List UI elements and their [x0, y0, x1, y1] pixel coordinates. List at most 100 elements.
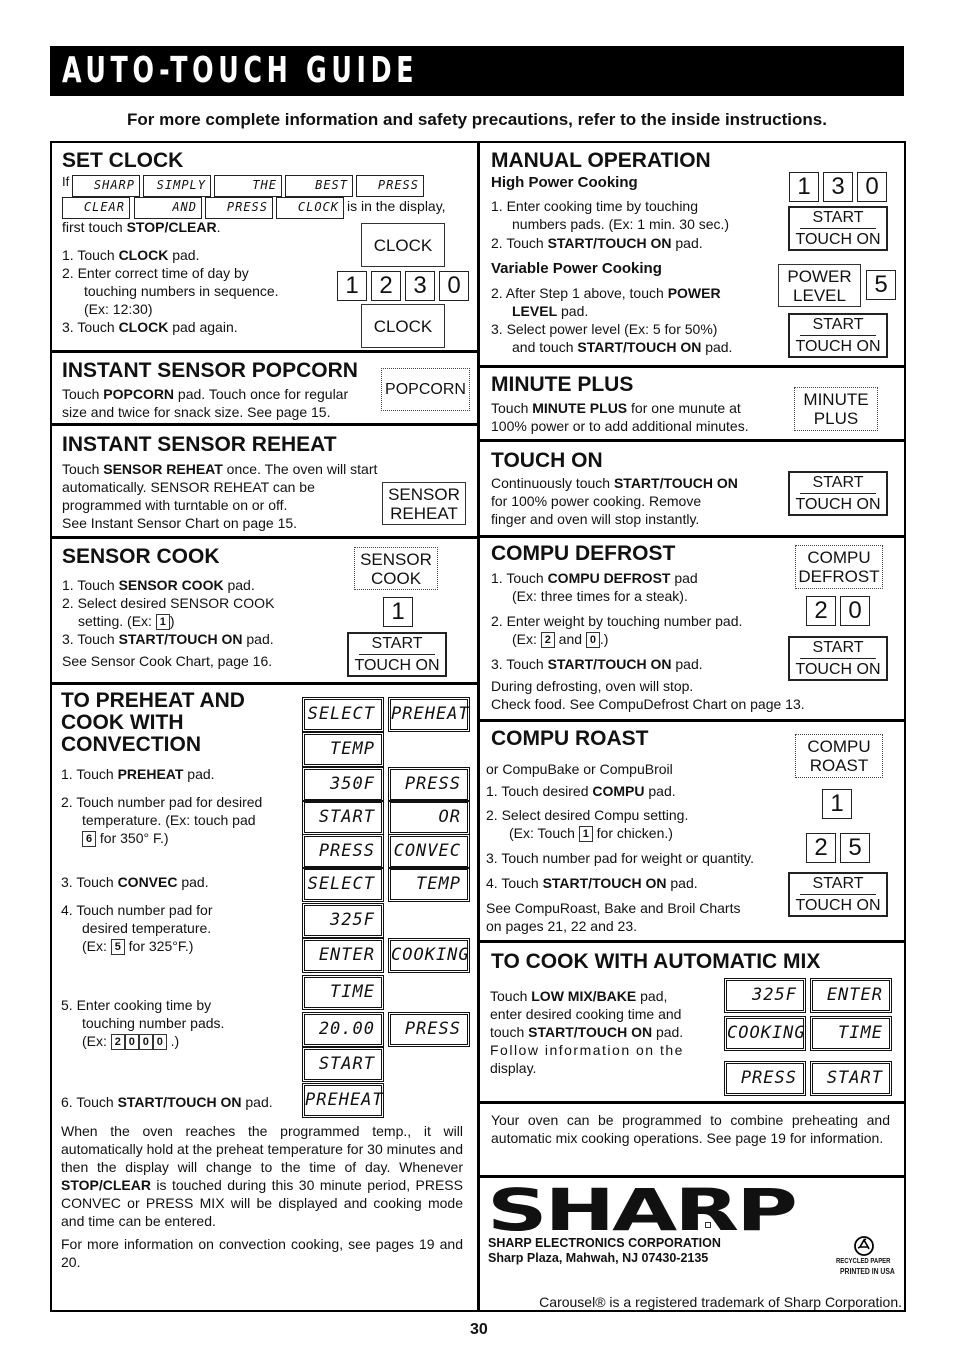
digit-pad[interactable]: 1	[337, 271, 367, 301]
step-3: 3. Touch CONVEC pad.	[61, 874, 209, 890]
step-4: 4. Touch START/TOUCH ON pad.	[486, 875, 698, 891]
step-2-example: 6 for 350° F.)	[82, 829, 169, 848]
subsection-title: Variable Power Cooking	[491, 260, 662, 277]
lcd-display: COOKING	[724, 1016, 806, 1051]
section-title: MINUTE PLUS	[491, 373, 634, 396]
divider	[50, 682, 478, 685]
digit-pad[interactable]: 1	[789, 172, 819, 202]
section-title: TO COOK WITH AUTOMATIC MIX	[491, 950, 821, 973]
lcd-display: PREHEAT	[388, 697, 470, 732]
sensor-cook-note: See Sensor Cook Chart, page 16.	[62, 653, 273, 669]
step-2-cont: temperature. (Ex: touch pad	[82, 812, 256, 828]
step-2: 2. Select desired Compu setting.	[486, 807, 689, 823]
digit-pad[interactable]: 2	[806, 596, 836, 626]
preheat-more-info: For more information on convection cooki…	[61, 1236, 463, 1270]
divider	[478, 1101, 904, 1104]
step-1: 1. Enter cooking time by touching	[491, 198, 699, 214]
step-5-example: (Ex: 2000 .)	[82, 1033, 180, 1051]
first-touch-text: first touch STOP/CLEAR.	[62, 219, 221, 235]
step-2-cont: setting. (Ex: 1)	[78, 613, 175, 631]
step-2: 2. Touch START/TOUCH ON pad.	[491, 235, 703, 251]
roast-note-2: on pages 21, 22 and 23.	[486, 918, 638, 934]
lcd-display: TIME	[810, 1016, 892, 1051]
start-touch-on-pad[interactable]: START TOUCH ON	[788, 206, 888, 251]
start-touch-on-pad[interactable]: START TOUCH ON	[788, 636, 888, 681]
step-2: 2. Select desired SENSOR COOK	[62, 595, 275, 611]
start-touch-on-pad[interactable]: START TOUCH ON	[788, 872, 888, 917]
defrost-note-1: During defrosting, oven will stop.	[491, 678, 694, 694]
lcd-display: PRESS	[388, 767, 470, 802]
sensor-reheat-pad[interactable]: SENSOR REHEAT	[382, 482, 466, 525]
sensor-cook-pad[interactable]: SENSOR COOK	[354, 547, 438, 590]
start-touch-on-pad[interactable]: START TOUCH ON	[788, 313, 888, 358]
display-word: PRESS	[205, 197, 273, 219]
sharp-logo: SHARP	[487, 1176, 798, 1244]
display-word: SIMPLY	[143, 175, 211, 197]
step-5: 5. Enter cooking time by	[61, 997, 212, 1013]
lcd-display: COOKING	[388, 938, 470, 973]
minute-plus-pad[interactable]: MINUTE PLUS	[794, 387, 878, 431]
popcorn-pad[interactable]: POPCORN	[381, 368, 470, 411]
start-touch-on-pad[interactable]: START TOUCH ON	[347, 632, 447, 677]
section-title: COMPU ROAST	[491, 727, 649, 750]
subsection-title: High Power Cooking	[491, 174, 638, 191]
mix-text-3: touch START/TOUCH ON pad.	[490, 1024, 684, 1040]
compu-defrost-pad[interactable]: COMPU DEFROST	[795, 545, 883, 589]
lcd-display: START	[302, 800, 384, 835]
section-title: SENSOR COOK	[62, 545, 220, 568]
title-banner: AUTO-TOUCH GUIDE	[50, 46, 904, 96]
digit-pad[interactable]: 1	[822, 789, 852, 819]
power-level-pad[interactable]: POWER LEVEL	[778, 264, 861, 307]
digit-pad[interactable]: 1	[383, 597, 413, 627]
touch-on-text-2: for 100% power cooking. Remove	[491, 493, 702, 509]
lcd-display: PRESS	[388, 1012, 470, 1047]
step-6: 6. Touch START/TOUCH ON pad.	[61, 1094, 273, 1110]
step-3: 3. Touch START/TOUCH ON pad.	[62, 631, 274, 647]
step-4-cont: desired temperature.	[82, 920, 212, 936]
digit-pad[interactable]: 0	[840, 596, 870, 626]
step-1: 1. Touch desired COMPU pad.	[486, 783, 676, 799]
lcd-display: PRESS	[724, 1061, 806, 1096]
mix-combine-note: Your oven can be programmed to combine p…	[491, 1112, 890, 1146]
step-2-cont: touching numbers in sequence.	[84, 283, 279, 299]
digit-pad[interactable]: 3	[823, 172, 853, 202]
digit-pad[interactable]: 3	[405, 271, 435, 301]
company-name: SHARP ELECTRONICS CORPORATION	[488, 1236, 721, 1250]
clock-pad[interactable]: CLOCK	[361, 304, 445, 348]
clock-pad[interactable]: CLOCK	[361, 223, 445, 267]
section-title: TO PREHEAT AND COOK WITH CONVECTION	[61, 689, 245, 756]
digit-pad[interactable]: 5	[840, 833, 870, 863]
mix-text-5: display.	[490, 1060, 537, 1076]
display-word: BEST	[285, 175, 353, 197]
in-display-text: is in the display,	[347, 198, 446, 214]
step-1: 1. Touch SENSOR COOK pad.	[62, 577, 255, 593]
divider	[50, 350, 478, 353]
digit-pad[interactable]: 0	[439, 271, 469, 301]
digit-pad[interactable]: 2	[371, 271, 401, 301]
section-title: SET CLOCK	[62, 149, 184, 172]
step-1: 1. Touch COMPU DEFROST pad	[491, 570, 698, 586]
section-title: TOUCH ON	[491, 449, 603, 472]
divider	[478, 535, 904, 538]
step-1: 1. Touch CLOCK pad.	[62, 247, 200, 263]
recycle-icon	[854, 1236, 874, 1256]
step-1: 1. Touch PREHEAT pad.	[61, 766, 215, 782]
roast-subtitle: or CompuBake or CompuBroil	[486, 761, 673, 777]
popcorn-text: Touch POPCORN pad. Touch once for regula…	[62, 386, 349, 402]
touch-on-text: Continuously touch START/TOUCH ON	[491, 475, 738, 491]
step-2-var: 2. After Step 1 above, touch POWER	[491, 285, 721, 301]
lcd-display: TEMP	[302, 732, 384, 767]
compu-roast-pad[interactable]: COMPU ROAST	[795, 734, 883, 778]
start-touch-on-pad[interactable]: START TOUCH ON	[788, 471, 888, 516]
lcd-display: PRESS	[302, 834, 384, 869]
digit-pad[interactable]: 2	[806, 833, 836, 863]
step-3-var-cont: and touch START/TOUCH ON pad.	[512, 339, 733, 355]
step-2: 2. Enter weight by touching number pad.	[491, 613, 743, 629]
divider	[478, 365, 904, 368]
defrost-note-2: Check food. See CompuDefrost Chart on pa…	[491, 696, 805, 712]
digit-pad[interactable]: 0	[857, 172, 887, 202]
divider	[478, 940, 904, 943]
digit-pad[interactable]: 5	[866, 270, 896, 300]
display-word: THE	[214, 175, 282, 197]
lcd-display: 325F	[724, 978, 806, 1013]
